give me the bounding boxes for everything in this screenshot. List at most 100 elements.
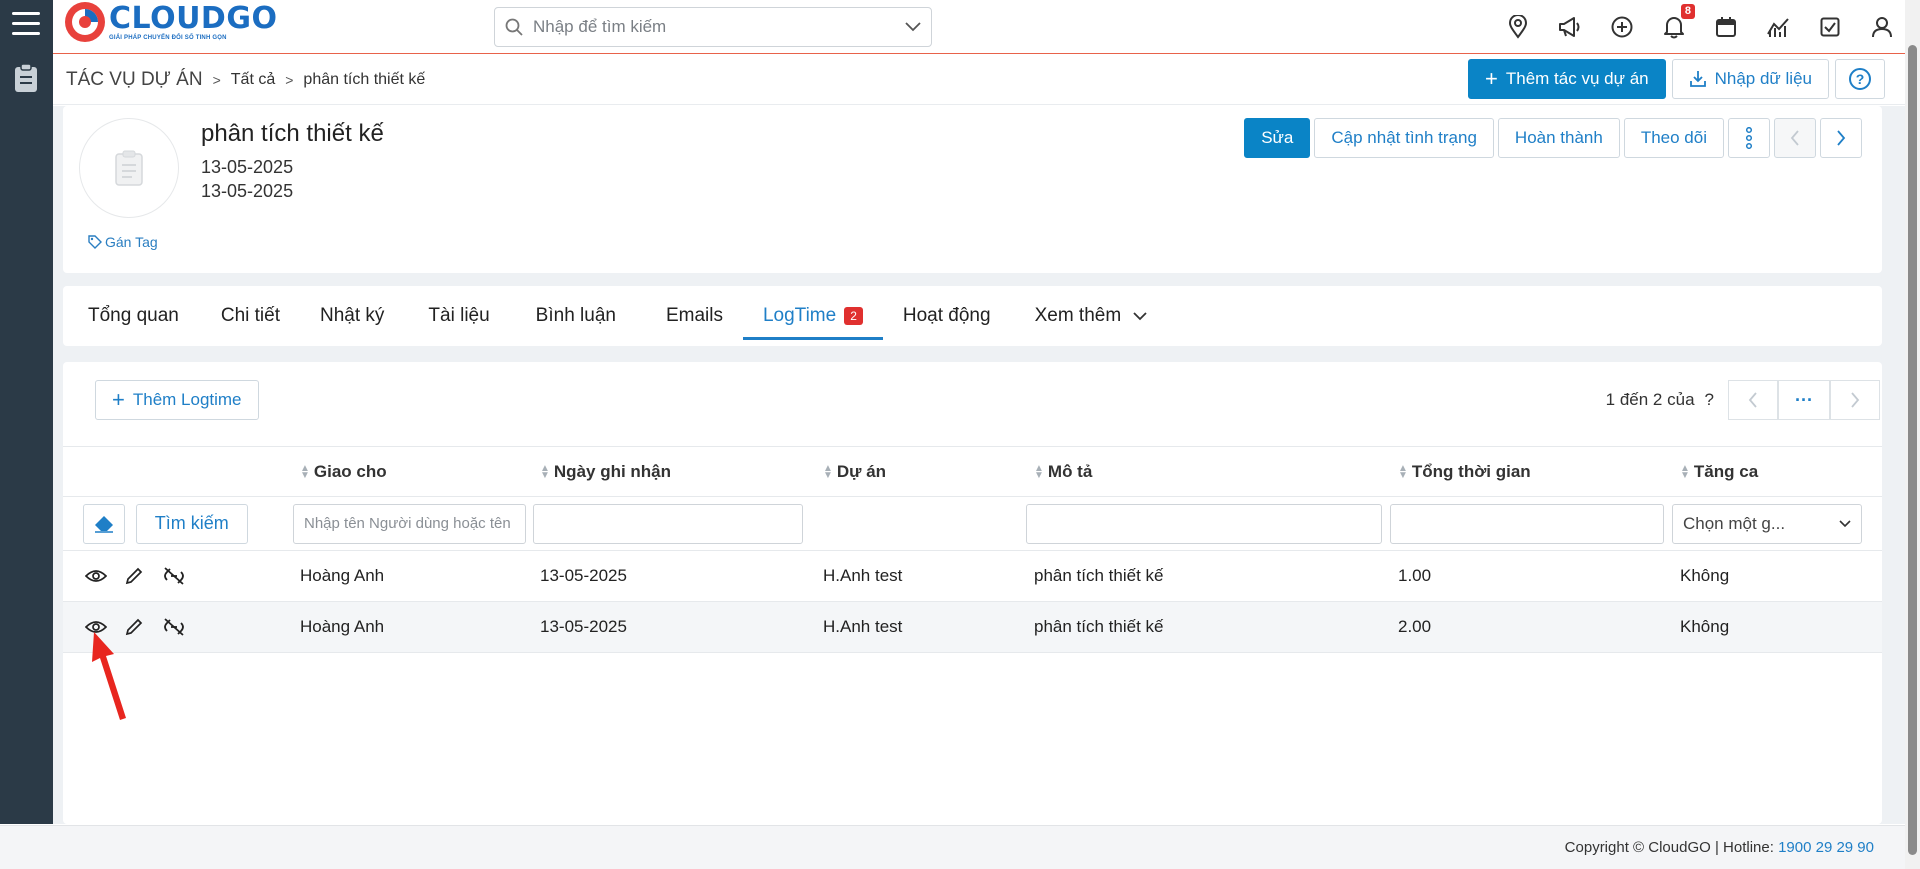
record-start-date: 13-05-2025 (201, 157, 294, 177)
previous-record-button[interactable] (1774, 118, 1816, 158)
tab-label: Chi tiết (220, 305, 280, 326)
tab-label: Nhật ký (320, 305, 385, 326)
sort-icon: ▲ ▼ (1398, 463, 1408, 482)
cell-assignee: Hoàng Anh (292, 550, 532, 602)
column-header-assignee[interactable]: ▲ ▼ Giao cho (292, 446, 532, 497)
bell-icon[interactable]: 8 (1661, 4, 1695, 40)
sort-icon: ▲ ▼ (1034, 463, 1044, 482)
hotline-link[interactable]: 1900 29 29 90 (1778, 839, 1874, 856)
chevron-down-icon (1839, 519, 1851, 527)
add-project-task-label: Thêm tác vụ dự án (1505, 69, 1649, 88)
tag-icon (88, 235, 102, 249)
cell-project[interactable]: H.Anh test (815, 601, 1026, 653)
clipboard-list-icon (115, 150, 143, 186)
tab-label: LogTime (762, 305, 837, 326)
tab-overview[interactable]: Tổng quan (68, 286, 199, 346)
column-header-date[interactable]: ▲ ▼ Ngày ghi nhận (532, 446, 815, 497)
chart-icon[interactable] (1765, 14, 1791, 40)
tab-comments[interactable]: Bình luận (510, 286, 636, 346)
tab-more[interactable]: Xem thêm (1011, 286, 1168, 346)
checkbox-icon[interactable] (1817, 14, 1843, 40)
overtime-filter-select[interactable]: Chọn một g... (1672, 503, 1862, 544)
left-rail (0, 0, 53, 824)
pagination-total-help[interactable]: ? (1705, 390, 1714, 410)
follow-button[interactable]: Theo dõi (1623, 118, 1724, 158)
add-logtime-label: Thêm Logtime (132, 390, 242, 409)
tab-label: Xem thêm (1034, 305, 1122, 326)
tab-journal[interactable]: Nhật ký (300, 286, 404, 346)
unlink-icon[interactable] (161, 566, 187, 586)
cell-project[interactable]: H.Anh test (815, 550, 1026, 602)
column-header-overtime[interactable]: ▲ ▼ Tăng ca (1672, 446, 1882, 497)
help-icon: ? (1849, 68, 1871, 90)
plus-circle-icon[interactable] (1609, 14, 1635, 40)
search-input[interactable]: Nhập để tìm kiếm (494, 7, 932, 47)
tab-activity[interactable]: Hoạt động (883, 286, 1011, 346)
clipboard-icon[interactable] (14, 63, 38, 93)
tab-label: Emails (665, 305, 723, 326)
help-button[interactable]: ? (1835, 59, 1885, 99)
map-pin-icon[interactable] (1505, 14, 1531, 40)
tab-label: Tài liệu (428, 305, 490, 326)
next-page-button[interactable] (1830, 380, 1880, 420)
tab-label: Tổng quan (88, 305, 179, 326)
plus-icon: + (112, 387, 125, 412)
update-status-button[interactable]: Cập nhật tình trạng (1314, 118, 1494, 158)
assign-tag-link[interactable]: Gán Tag (88, 234, 158, 250)
search-icon (505, 18, 523, 36)
scrollbar-thumb[interactable] (1908, 45, 1917, 855)
sort-icon: ▲ ▼ (1680, 463, 1690, 482)
add-logtime-button[interactable]: + Thêm Logtime (95, 380, 259, 420)
annotation-arrow-icon (92, 632, 126, 720)
megaphone-icon[interactable] (1557, 14, 1583, 40)
column-header-total-time[interactable]: ▲ ▼ Tổng thời gian (1390, 446, 1672, 497)
description-filter-input[interactable] (1026, 503, 1382, 544)
eye-icon[interactable] (85, 569, 107, 583)
chevron-right-icon (1851, 392, 1860, 408)
assignee-filter-input[interactable]: Nhập tên Người dùng hoặc tên (293, 503, 526, 544)
hotline-label: Hotline: (1723, 839, 1774, 856)
filter-row: Tìm kiếm Nhập tên Người dùng hoặc tên Ch… (63, 496, 1882, 551)
actions-column-header (63, 446, 292, 497)
tab-details[interactable]: Chi tiết (199, 286, 300, 346)
edit-button[interactable]: Sửa (1244, 118, 1311, 158)
column-header-description[interactable]: ▲ ▼ Mô tả (1026, 446, 1390, 497)
unlink-icon[interactable] (161, 617, 187, 637)
menu-icon[interactable] (12, 12, 40, 38)
breadcrumb: TÁC VỤ DỰ ÁN > Tất cả > phân tích thiết … (66, 55, 425, 105)
import-data-button[interactable]: Nhập dữ liệu (1671, 59, 1829, 99)
cell-assignee: Hoàng Anh (292, 601, 532, 653)
search-filter-button[interactable]: Tìm kiếm (135, 503, 248, 544)
record-end-date: 13-05-2025 (201, 181, 294, 201)
calendar-icon[interactable] (1713, 14, 1739, 40)
sort-icon: ▲ ▼ (823, 463, 833, 482)
add-project-task-button[interactable]: + Thêm tác vụ dự án (1468, 59, 1666, 99)
tab-bar: Tổng quan Chi tiết Nhật ký Tài liệu Bình… (63, 286, 1882, 346)
column-label: Ngày ghi nhận (553, 461, 672, 481)
page-scrollbar[interactable] (1905, 0, 1920, 869)
next-record-button[interactable] (1820, 118, 1862, 158)
previous-page-button[interactable] (1728, 380, 1778, 420)
tab-logtime[interactable]: LogTime 2 (742, 286, 883, 346)
breadcrumb-level2: phân tích thiết kế (303, 71, 426, 88)
date-filter-input[interactable] (533, 503, 803, 544)
total-time-filter-input[interactable] (1390, 503, 1664, 544)
tab-label: Hoạt động (902, 305, 991, 326)
complete-button[interactable]: Hoàn thành (1497, 118, 1620, 158)
cloudgo-logo[interactable]: CLOUDGO GIẢI PHÁP CHUYỂN ĐỔI SỐ TINH GỌN (63, 0, 277, 44)
clear-filter-button[interactable] (83, 503, 125, 544)
chevron-down-icon[interactable] (905, 22, 921, 32)
breadcrumb-root[interactable]: TÁC VỤ DỰ ÁN (66, 69, 203, 91)
tab-documents[interactable]: Tài liệu (404, 286, 509, 346)
pencil-icon[interactable] (125, 567, 143, 585)
logtime-table: ▲ ▼ Giao cho ▲ ▼ Ngày ghi nhận ▲ ▼ Dự án ▲ ▼ Mô … (63, 446, 1882, 653)
page-more-button[interactable]: ··· (1778, 380, 1830, 420)
assign-tag-label: Gán Tag (105, 234, 158, 250)
eraser-icon (95, 515, 113, 533)
user-icon[interactable] (1869, 14, 1895, 40)
more-actions-button[interactable] (1728, 118, 1770, 158)
column-header-project[interactable]: ▲ ▼ Dự án (815, 446, 1026, 497)
tab-emails[interactable]: Emails (636, 286, 743, 346)
breadcrumb-level1[interactable]: Tất cả (231, 71, 275, 89)
sort-icon: ▲ ▼ (540, 463, 550, 482)
